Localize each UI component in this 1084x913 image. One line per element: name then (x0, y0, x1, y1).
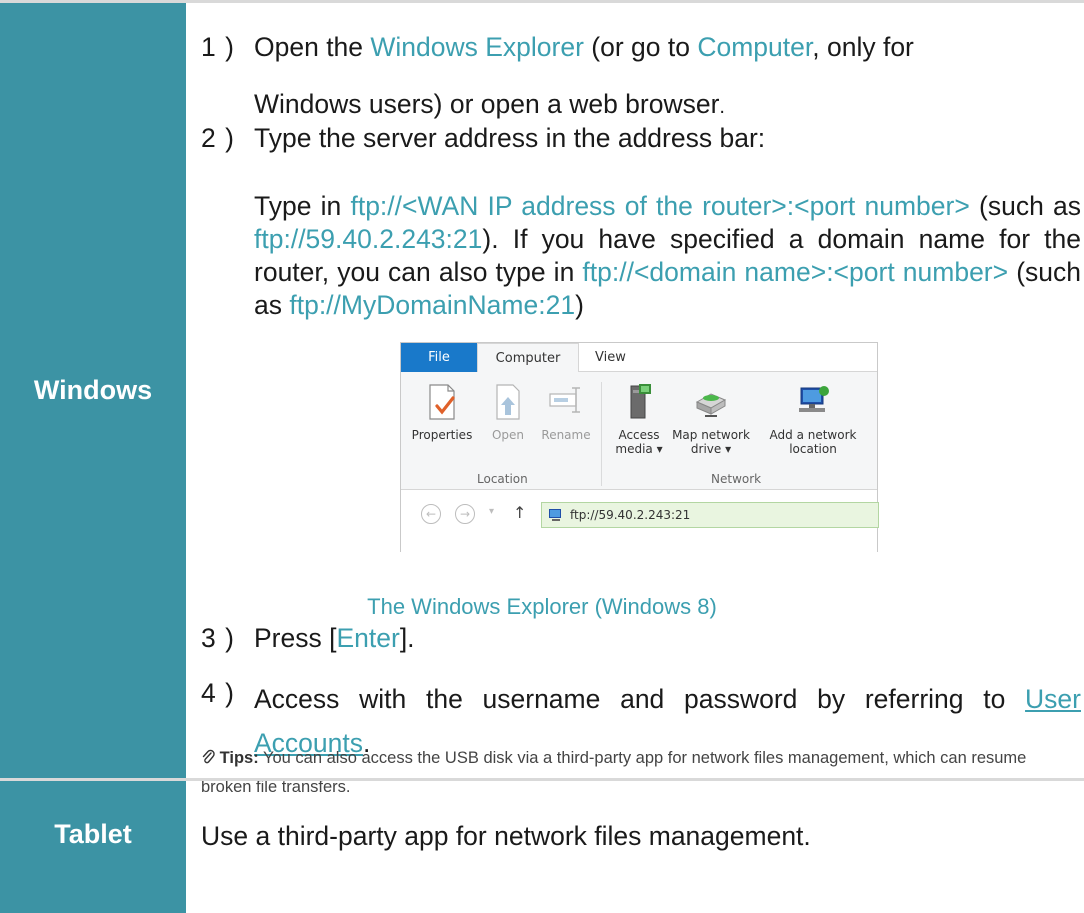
row-label-tablet: Tablet (0, 781, 186, 913)
group-label-location: Location (477, 472, 528, 486)
tips-label: Tips: (219, 749, 259, 767)
step-4-number: 4 ) (201, 678, 235, 708)
row-label-windows-text: Windows (33, 375, 153, 405)
map-network-drive-button[interactable]: Map network drive ▾ (669, 382, 753, 456)
step-3-number: 3 ) (201, 623, 235, 653)
ftp-domain-format: ftp://<domain name>:<port number> (582, 257, 1009, 287)
tips-note: Tips: You can also access the USB disk v… (201, 744, 1081, 802)
network-location-icon (799, 386, 829, 412)
ftp-address-format: ftp://<WAN IP address of the router>:<po… (350, 191, 970, 221)
tab-view[interactable]: View (595, 350, 626, 365)
tips-text: You can also access the USB disk via a t… (201, 749, 1027, 796)
recent-dropdown-icon[interactable]: ▾ (489, 506, 494, 517)
properties-icon (429, 384, 455, 420)
open-button[interactable]: Open (487, 382, 529, 442)
step-2-text: Type the server address in the address b… (254, 123, 766, 153)
properties-button[interactable]: Properties (411, 382, 473, 442)
network-drive-icon (695, 393, 727, 417)
group-label-network: Network (711, 472, 762, 486)
ribbon: Properties Open Rename Access media ▾ Ma… (401, 372, 877, 490)
enter-key-term: Enter (336, 623, 400, 653)
step-2-number: 2 ) (201, 123, 235, 153)
step-3-text: Press [Enter]. (254, 623, 415, 653)
address-bar-area: ← → ▾ ↑ ftp://59.40.2.243:21 (401, 490, 879, 552)
rename-icon (549, 387, 580, 413)
step-1-line-2: Windows users) or open a web browser. (254, 89, 725, 119)
access-media-button[interactable]: Access media ▾ (611, 382, 667, 456)
rename-button[interactable]: Rename (537, 382, 595, 442)
windows-explorer-term: Windows Explorer (370, 32, 584, 62)
forward-arrow-icon[interactable]: → (455, 504, 475, 524)
address-value: ftp://59.40.2.243:21 (570, 508, 691, 522)
tab-computer[interactable]: Computer (477, 343, 579, 373)
step-2-paragraph: Type in ftp://<WAN IP address of the rou… (254, 191, 1081, 320)
computer-term: Computer (697, 32, 813, 62)
paperclip-icon (202, 749, 215, 764)
figure-caption: The Windows Explorer (Windows 8) (367, 594, 717, 619)
tab-file[interactable]: File (401, 343, 477, 372)
network-folder-icon (549, 509, 561, 521)
ftp-address-example: ftp://59.40.2.243:21 (254, 224, 483, 254)
access-media-icon (630, 384, 651, 419)
ribbon-tabs: File Computer View (401, 343, 877, 373)
windows-explorer-screenshot: File Computer View Properties Open Renam… (400, 342, 879, 552)
ftp-domain-example: ftp://MyDomainName:21 (289, 290, 576, 320)
step-1-line-1: Open the Windows Explorer (or go to Comp… (254, 32, 914, 62)
step-1-number: 1 ) (201, 32, 235, 62)
tablet-text: Use a third-party app for network files … (201, 821, 811, 851)
row-label-tablet-text: Tablet (54, 819, 132, 849)
add-network-location-button[interactable]: Add a network location (763, 382, 863, 456)
row-label-windows: Windows (0, 3, 186, 778)
group-separator (601, 382, 602, 486)
back-arrow-icon[interactable]: ← (421, 504, 441, 524)
address-input[interactable]: ftp://59.40.2.243:21 (541, 502, 879, 528)
up-arrow-icon[interactable]: ↑ (513, 503, 526, 522)
help-table: Windows 1 ) Open the Windows Explorer (o… (0, 0, 1084, 913)
open-icon (496, 384, 520, 420)
